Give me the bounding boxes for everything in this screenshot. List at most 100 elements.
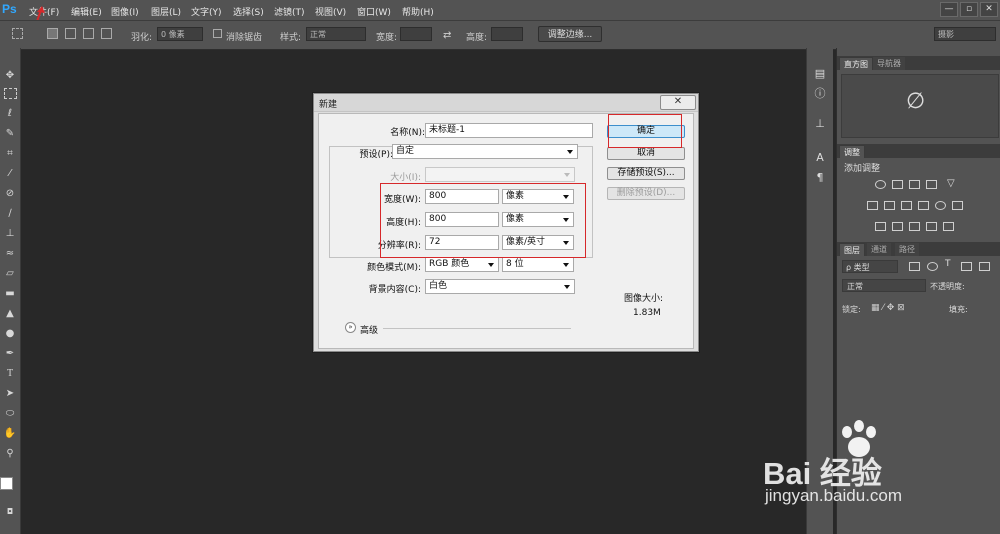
feather-input[interactable]: 0 像素	[157, 27, 203, 41]
feather-label: 羽化:	[131, 33, 153, 43]
color-balance-icon[interactable]	[884, 201, 895, 210]
eyedropper-tool-icon[interactable]: ⁄	[2, 166, 18, 182]
selective-color-icon[interactable]	[943, 222, 954, 231]
path-select-tool-icon[interactable]: ➤	[2, 386, 18, 402]
workspace-select[interactable]: 摄影	[934, 27, 996, 41]
dodge-tool-icon[interactable]: ●	[2, 326, 18, 342]
name-field[interactable]: 未标题-1	[425, 123, 593, 138]
intersect-selection-icon[interactable]	[101, 28, 112, 39]
tab-paths[interactable]: 路径	[895, 243, 919, 256]
eraser-tool-icon[interactable]: ▱	[2, 266, 18, 282]
advanced-divider	[383, 328, 571, 329]
color-mode-value: RGB 颜色	[429, 259, 470, 269]
tab-navigator[interactable]: 导航器	[873, 57, 905, 70]
curves-icon[interactable]	[909, 180, 920, 189]
levels-icon[interactable]	[892, 180, 903, 189]
dialog-close-button[interactable]: ✕	[660, 95, 696, 110]
hue-saturation-icon[interactable]	[867, 201, 878, 210]
black-white-icon[interactable]	[901, 201, 912, 210]
close-window-button[interactable]: ✕	[980, 2, 998, 17]
gradient-map-icon[interactable]	[926, 222, 937, 231]
save-preset-button[interactable]: 存储预设(S)...	[607, 167, 685, 180]
threshold-icon[interactable]	[909, 222, 920, 231]
advanced-toggle-icon[interactable]: »	[345, 322, 356, 333]
menu-window[interactable]: 窗口(W)	[357, 5, 391, 18]
add-selection-icon[interactable]	[65, 28, 76, 39]
background-select[interactable]: 白色	[425, 279, 575, 294]
gradient-tool-icon[interactable]: ▬	[2, 286, 18, 302]
subtract-selection-icon[interactable]	[83, 28, 94, 39]
filter-shape-icon[interactable]	[961, 262, 972, 271]
height-input[interactable]	[491, 27, 523, 41]
menu-image[interactable]: 图像(I)	[111, 5, 139, 18]
menu-edit[interactable]: 编辑(E)	[71, 5, 102, 18]
blend-mode-select[interactable]: 正常	[842, 279, 926, 292]
info-icon[interactable]: ⓘ	[812, 86, 828, 102]
crop-tool-icon[interactable]: ⌗	[2, 146, 18, 162]
new-selection-icon[interactable]	[47, 28, 58, 39]
menu-layer[interactable]: 图层(L)	[151, 5, 181, 18]
tab-histogram[interactable]: 直方图	[839, 57, 873, 70]
chevron-down-icon	[563, 263, 569, 267]
annotation-box-ok	[608, 114, 682, 148]
cancel-button[interactable]: 取消	[607, 147, 685, 160]
menu-select[interactable]: 选择(S)	[233, 5, 264, 18]
move-tool-icon[interactable]: ✥	[2, 68, 18, 84]
layer-kind-filter[interactable]: ρ 类型	[842, 260, 898, 273]
vibrance-icon[interactable]: ▽	[947, 178, 955, 189]
marquee-tool-icon[interactable]	[12, 28, 23, 39]
brightness-icon[interactable]	[875, 180, 886, 189]
menu-filter[interactable]: 滤镜(T)	[274, 5, 305, 18]
foreground-color-swatch[interactable]	[0, 477, 13, 490]
tab-adjustments[interactable]: 调整	[839, 145, 865, 158]
histogram-icon[interactable]: ▤	[812, 66, 828, 82]
filter-adjust-icon[interactable]	[927, 262, 938, 271]
paragraph-icon[interactable]: ¶	[812, 170, 828, 186]
shape-tool-icon[interactable]: ⬭	[2, 406, 18, 422]
type-tool-icon[interactable]: T	[2, 366, 18, 382]
preset-select[interactable]: 自定	[392, 144, 578, 159]
photo-filter-icon[interactable]	[918, 201, 929, 210]
menu-bar: Ps 文件(F) 编辑(E) 图像(I) 图层(L) 文字(Y) 选择(S) 滤…	[0, 0, 1000, 20]
history-brush-tool-icon[interactable]: ≈	[2, 246, 18, 262]
quick-select-tool-icon[interactable]: ✎	[2, 126, 18, 142]
marquee-tool-icon[interactable]	[4, 88, 17, 99]
hand-tool-icon[interactable]: ✋	[2, 426, 18, 442]
image-size-value: 1.83M	[633, 308, 661, 318]
lasso-tool-icon[interactable]: ℓ	[2, 106, 18, 122]
blur-tool-icon[interactable]: ▲	[2, 306, 18, 322]
swap-icon[interactable]: ⇄	[443, 30, 451, 41]
restore-button[interactable]: ▫	[960, 2, 978, 17]
clone-source-icon[interactable]: ⊥	[812, 116, 828, 132]
tab-layers[interactable]: 图层	[839, 243, 865, 256]
minimize-button[interactable]: —	[940, 2, 958, 17]
tab-channels[interactable]: 通道	[867, 243, 891, 256]
quick-mask-icon[interactable]: ◘	[2, 504, 18, 520]
antialias-checkbox[interactable]	[213, 29, 222, 38]
watermark-url: jingyan.baidu.com	[765, 486, 903, 505]
stamp-tool-icon[interactable]: ⊥	[2, 226, 18, 242]
invert-icon[interactable]	[875, 222, 886, 231]
character-icon[interactable]: A	[812, 150, 828, 166]
pen-tool-icon[interactable]: ✒	[2, 346, 18, 362]
color-mode-select[interactable]: RGB 颜色	[425, 257, 499, 272]
filter-smart-icon[interactable]	[979, 262, 990, 271]
menu-help[interactable]: 帮助(H)	[402, 5, 434, 18]
filter-pixel-icon[interactable]	[909, 262, 920, 271]
width-input[interactable]	[400, 27, 432, 41]
menu-type[interactable]: 文字(Y)	[191, 5, 222, 18]
brush-tool-icon[interactable]: ∕	[2, 206, 18, 222]
lock-icons[interactable]: ▦ ⁄ ✥ ⊠	[871, 303, 905, 313]
menu-view[interactable]: 视图(V)	[315, 5, 346, 18]
exposure-icon[interactable]	[926, 180, 937, 189]
posterize-icon[interactable]	[892, 222, 903, 231]
chevron-down-icon	[564, 285, 570, 289]
style-select[interactable]: 正常	[306, 27, 366, 41]
zoom-tool-icon[interactable]: ⚲	[2, 446, 18, 462]
healing-tool-icon[interactable]: ⊘	[2, 186, 18, 202]
bit-depth-select[interactable]: 8 位	[502, 257, 574, 272]
refine-edge-button[interactable]: 调整边缘...	[538, 26, 602, 42]
channel-mixer-icon[interactable]	[935, 201, 946, 210]
color-lookup-icon[interactable]	[952, 201, 963, 210]
filter-type-icon[interactable]: T	[945, 259, 951, 269]
